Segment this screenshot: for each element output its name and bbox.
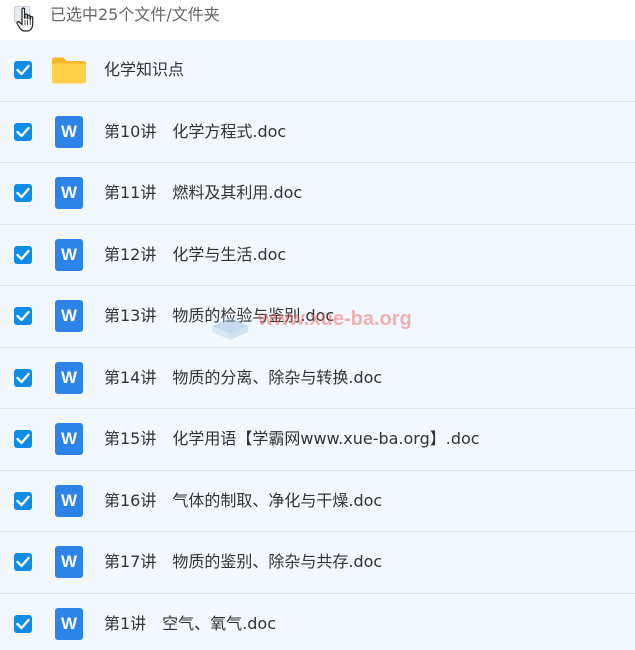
file-name: 化学知识点 <box>104 60 185 80</box>
word-icon-letter: W <box>55 423 83 456</box>
row-checkbox[interactable] <box>14 61 32 80</box>
file-name: 第1讲 空气、氧气.doc <box>104 613 277 633</box>
file-list: 化学知识点 W 第10讲 化学方程式.doc W 第11讲 燃料及其利用.doc <box>0 40 635 650</box>
row-checkbox[interactable] <box>14 184 32 203</box>
word-doc-icon: W <box>51 544 87 580</box>
file-row[interactable]: W 第16讲 气体的制取、净化与干燥.doc <box>0 470 635 532</box>
file-name: 第13讲 物质的检验与鉴别.doc <box>104 306 335 326</box>
file-name: 第15讲 化学用语【学霸网www.xue-ba.org】.doc <box>104 429 480 449</box>
word-icon-letter: W <box>55 238 83 271</box>
word-icon-letter: W <box>55 177 83 210</box>
file-name: 第11讲 燃料及其利用.doc <box>104 183 303 203</box>
word-doc-icon: W <box>51 298 87 334</box>
file-name: 第16讲 气体的制取、净化与干燥.doc <box>104 490 383 510</box>
word-doc-icon: W <box>51 483 87 519</box>
file-row[interactable]: W 第15讲 化学用语【学霸网www.xue-ba.org】.doc <box>0 409 635 471</box>
file-row[interactable]: W 第1讲 空气、氧气.doc <box>0 593 635 650</box>
word-doc-icon: W <box>51 175 87 211</box>
file-name: 第14讲 物质的分离、除杂与转换.doc <box>104 367 383 387</box>
selection-header: 已选中25个文件/文件夹 <box>0 0 635 40</box>
word-icon-letter: W <box>55 546 83 579</box>
word-doc-icon: W <box>51 114 87 150</box>
word-doc-icon: W <box>51 606 87 642</box>
row-checkbox[interactable] <box>14 122 32 141</box>
file-row[interactable]: W 第10讲 化学方程式.doc <box>0 101 635 163</box>
file-list-page: 已选中25个文件/文件夹 化学知识点 W 第10讲 化学方程式.doc W 第1… <box>0 0 635 650</box>
file-row[interactable]: W 第12讲 化学与生活.doc <box>0 224 635 286</box>
folder-icon <box>51 52 87 88</box>
word-icon-letter: W <box>55 361 83 394</box>
word-icon-letter: W <box>55 300 83 333</box>
word-icon-letter: W <box>55 115 83 148</box>
row-checkbox[interactable] <box>14 245 32 264</box>
file-row[interactable]: 化学知识点 <box>0 40 635 102</box>
word-icon-letter: W <box>55 607 83 640</box>
file-row[interactable]: W 第14讲 物质的分离、除杂与转换.doc <box>0 347 635 409</box>
selection-count-text: 已选中25个文件/文件夹 <box>50 5 220 24</box>
file-row[interactable]: W 第17讲 物质的鉴别、除杂与共存.doc <box>0 532 635 594</box>
file-row[interactable]: W 第11讲 燃料及其利用.doc <box>0 163 635 225</box>
row-checkbox[interactable] <box>14 491 32 510</box>
file-row[interactable]: W 第13讲 物质的检验与鉴别.doc <box>0 286 635 348</box>
file-name: 第12讲 化学与生活.doc <box>104 244 287 264</box>
word-icon-letter: W <box>55 484 83 517</box>
row-checkbox[interactable] <box>14 368 32 387</box>
file-name: 第17讲 物质的鉴别、除杂与共存.doc <box>104 552 383 572</box>
file-name: 第10讲 化学方程式.doc <box>104 121 287 141</box>
row-checkbox[interactable] <box>14 614 32 633</box>
hand-cursor-icon <box>16 7 34 32</box>
word-doc-icon: W <box>51 360 87 396</box>
word-doc-icon: W <box>51 237 87 273</box>
row-checkbox[interactable] <box>14 307 32 326</box>
row-checkbox[interactable] <box>14 553 32 572</box>
word-doc-icon: W <box>51 421 87 457</box>
row-checkbox[interactable] <box>14 430 32 449</box>
